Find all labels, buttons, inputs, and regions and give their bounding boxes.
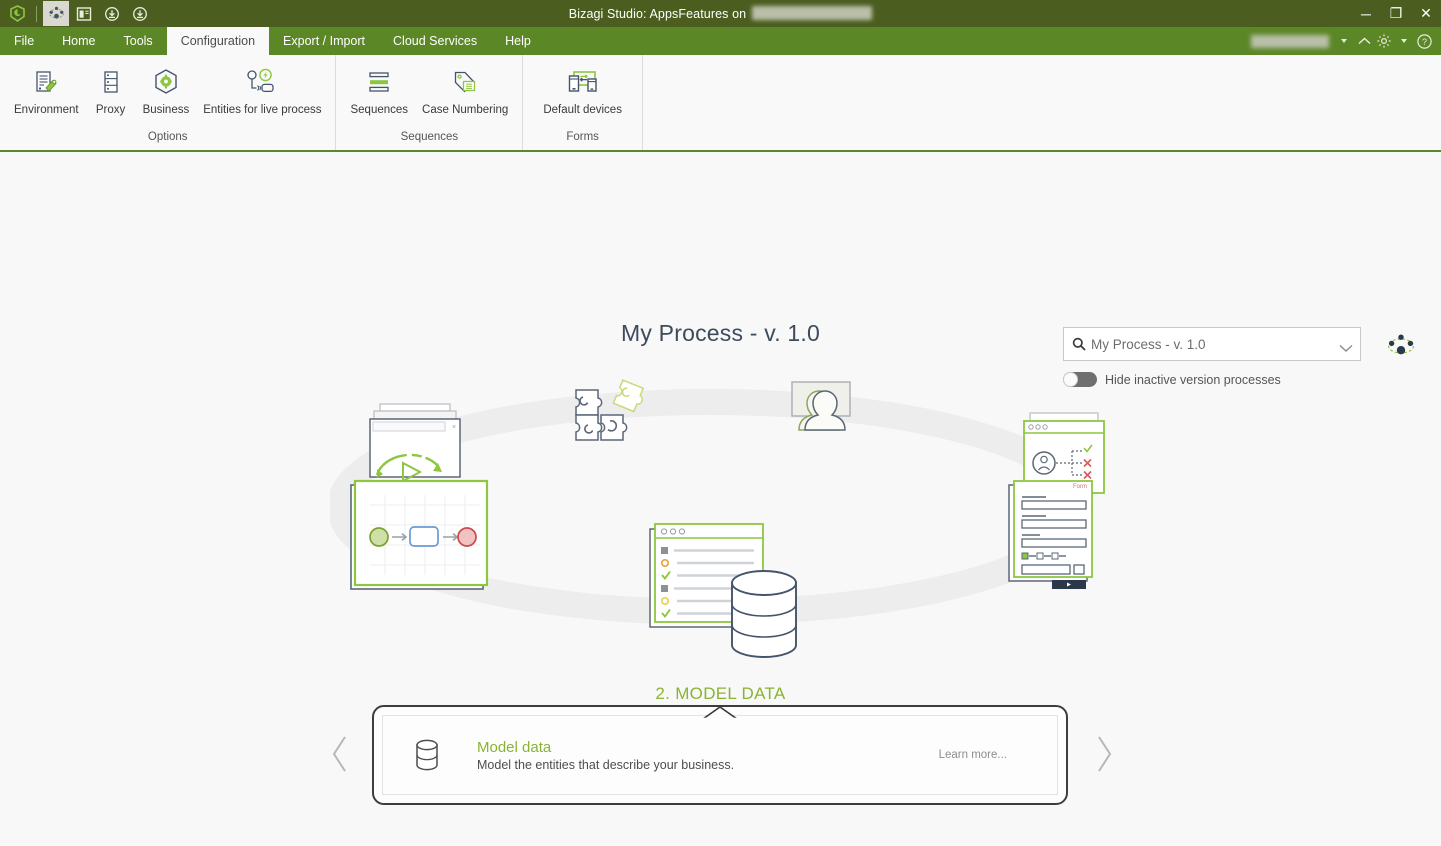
process-search-input[interactable]: My Process - v. 1.0: [1063, 327, 1361, 361]
business-button[interactable]: Business: [137, 62, 196, 120]
default-devices-label: Default devices: [543, 104, 622, 116]
window-layout-icon[interactable]: [71, 1, 97, 26]
network-nodes-icon[interactable]: [1386, 332, 1416, 360]
ribbon-right-controls: ?: [1251, 27, 1441, 55]
download-icon-2[interactable]: [127, 1, 153, 26]
model-data-card-texts: Model data Model the entities that descr…: [477, 739, 939, 772]
tab-export-import[interactable]: Export / Import: [269, 27, 379, 55]
case-numbering-label: Case Numbering: [422, 104, 509, 116]
card-description: Model the entities that describe your bu…: [477, 757, 735, 772]
business-gear-icon: [150, 65, 182, 101]
user-dropdown-icon[interactable]: [1335, 30, 1353, 52]
proxy-label: Proxy: [95, 104, 126, 116]
tab-home[interactable]: Home: [48, 27, 109, 55]
title-redacted-block: [752, 6, 873, 20]
restore-button[interactable]: ❐: [1381, 0, 1411, 27]
learn-more-link[interactable]: Learn more...: [939, 749, 1007, 761]
process-search-value: My Process - v. 1.0: [1091, 336, 1206, 352]
illus-define-forms: Form: [1008, 412, 1105, 589]
collapse-ribbon-icon[interactable]: [1355, 30, 1373, 52]
sequences-icon: [363, 65, 395, 101]
search-icon: [1072, 337, 1086, 351]
database-cylinder-icon: [405, 738, 449, 772]
environment-label: Environment: [14, 104, 79, 116]
illus-model-data: [649, 523, 797, 658]
bizagi-studio-window: Bizagi Studio: AppsFeatures on ─ ❐ ✕ Fil…: [0, 0, 1441, 846]
svg-text:Form: Form: [1073, 484, 1087, 490]
window-title: Bizagi Studio: AppsFeatures on: [0, 6, 1441, 21]
default-devices-icon: [565, 65, 601, 101]
tab-cloud-services[interactable]: Cloud Services: [379, 27, 491, 55]
quick-access-toolbar: [0, 0, 153, 27]
model-data-card[interactable]: Model data Model the entities that descr…: [372, 705, 1068, 805]
ribbon-group-forms-label: Forms: [566, 131, 599, 143]
process-wheel-icon[interactable]: [43, 1, 69, 26]
svg-text:×: ×: [452, 424, 456, 431]
gear-icon[interactable]: [1375, 30, 1393, 52]
entities-for-live-process-button[interactable]: Entities for live process: [197, 62, 327, 120]
tab-configuration[interactable]: Configuration: [166, 27, 270, 55]
title-bar: Bizagi Studio: AppsFeatures on ─ ❐ ✕: [0, 0, 1441, 27]
case-numbering-button[interactable]: Case Numbering: [416, 62, 514, 120]
ribbon-group-options: Environment Proxy Business Entities for …: [0, 55, 335, 150]
main-content: My Process - v. 1.0 My Process - v. 1.0: [0, 152, 1441, 846]
process-lifecycle-illustration: × Form: [327, 377, 1110, 667]
card-title: Model data: [477, 738, 552, 756]
window-controls: ─ ❐ ✕: [1351, 0, 1441, 27]
tab-help[interactable]: Help: [491, 27, 545, 55]
illus-define-users: [791, 381, 851, 431]
chevron-down-icon[interactable]: [1339, 340, 1353, 352]
tab-file[interactable]: File: [0, 27, 48, 55]
default-devices-button[interactable]: Default devices: [537, 62, 628, 120]
ribbon-group-sequences-label: Sequences: [400, 131, 459, 143]
toolbar-divider: [36, 5, 37, 22]
svg-text:?: ?: [1421, 37, 1426, 47]
ribbon-group-sequences: Sequences Case Numbering Sequences: [335, 55, 522, 150]
proxy-button[interactable]: Proxy: [87, 62, 135, 120]
entities-for-live-process-label: Entities for live process: [203, 104, 322, 116]
window-title-text: Bizagi Studio: AppsFeatures on: [568, 7, 747, 21]
help-circle-icon[interactable]: ?: [1415, 30, 1433, 52]
ribbon: Environment Proxy Business Entities for …: [0, 55, 1441, 152]
proxy-server-icon: [95, 65, 127, 101]
download-icon-1[interactable]: [99, 1, 125, 26]
ribbon-tab-bar: File Home Tools Configuration Export / I…: [0, 27, 1441, 55]
sequences-label: Sequences: [350, 104, 409, 116]
settings-dropdown-icon[interactable]: [1395, 30, 1413, 52]
tab-tools[interactable]: Tools: [110, 27, 167, 55]
business-label: Business: [142, 104, 190, 116]
prev-step-button[interactable]: [325, 730, 355, 782]
live-entities-icon: [243, 65, 281, 101]
user-account-label[interactable]: [1251, 34, 1329, 48]
case-numbering-icon: [449, 65, 481, 101]
model-data-card-inner: Model data Model the entities that descr…: [382, 715, 1058, 795]
environment-button[interactable]: Environment: [8, 62, 85, 120]
sequences-button[interactable]: Sequences: [344, 62, 414, 120]
chevron-right-icon: [1095, 734, 1113, 779]
next-step-button[interactable]: [1089, 730, 1119, 782]
bizagi-logo-icon[interactable]: [4, 1, 30, 26]
environment-icon: [30, 65, 62, 101]
minimize-button[interactable]: ─: [1351, 0, 1381, 27]
ribbon-filler: [641, 55, 1441, 150]
illus-database: [731, 570, 797, 658]
chevron-left-icon: [331, 734, 349, 779]
card-notch-icon: [702, 706, 738, 721]
hide-inactive-label: Hide inactive version processes: [1105, 372, 1281, 387]
ribbon-group-forms: Default devices Forms: [522, 55, 642, 150]
step-label: 2. MODEL DATA: [655, 684, 786, 703]
ribbon-group-options-label: Options: [147, 131, 188, 143]
close-button[interactable]: ✕: [1411, 0, 1441, 27]
